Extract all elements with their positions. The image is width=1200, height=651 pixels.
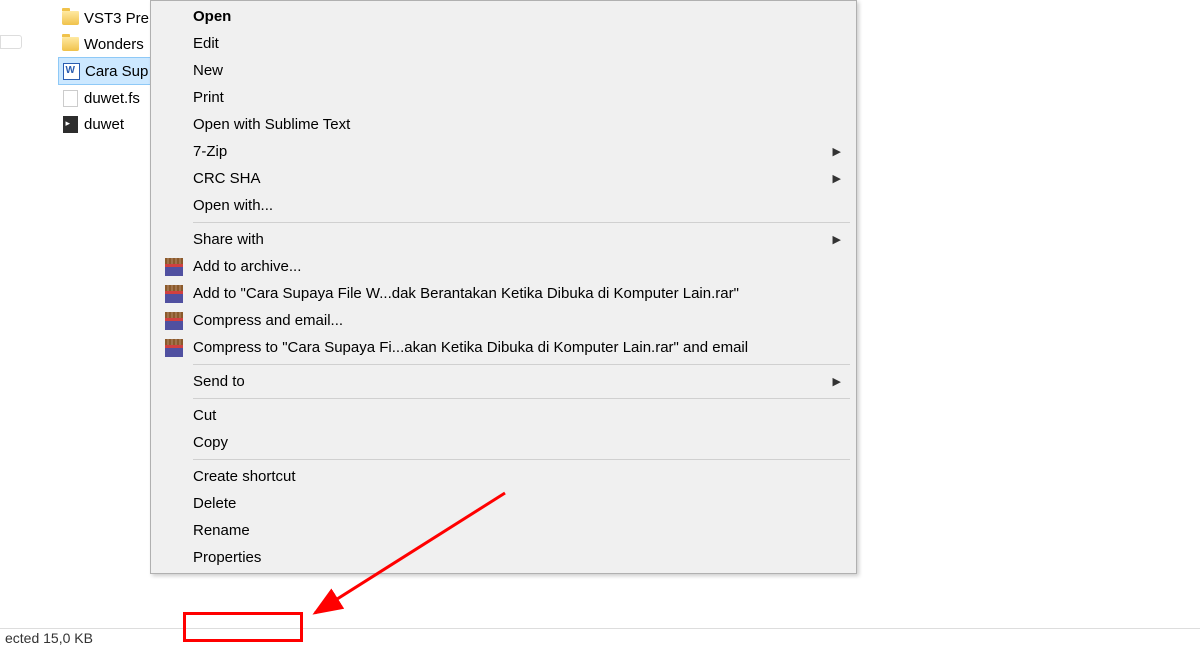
file-label: Wonders (84, 36, 144, 53)
menu-label: Open with Sublime Text (193, 116, 350, 133)
dark-file-icon (61, 115, 79, 133)
winrar-icon (165, 312, 183, 330)
menu-compress-email[interactable]: Compress and email... (151, 307, 856, 334)
menu-compress-to-email[interactable]: Compress to "Cara Supaya Fi...akan Ketik… (151, 334, 856, 361)
menu-open-sublime[interactable]: Open with Sublime Text (151, 111, 856, 138)
menu-label: Open with... (193, 197, 273, 214)
menu-label: Edit (193, 35, 219, 52)
menu-separator (193, 398, 850, 399)
menu-label: Print (193, 89, 224, 106)
menu-label: Copy (193, 434, 228, 451)
file-label: VST3 Pre (84, 10, 149, 27)
menu-label: Rename (193, 522, 250, 539)
file-label: duwet.fs (84, 90, 140, 107)
menu-openwith[interactable]: Open with... (151, 192, 856, 219)
menu-separator (193, 364, 850, 365)
status-text: ected 15,0 KB (5, 630, 93, 646)
menu-sendto[interactable]: Send to ▶ (151, 368, 856, 395)
menu-sharewith[interactable]: Share with ▶ (151, 226, 856, 253)
menu-label: Compress and email... (193, 312, 343, 329)
chevron-right-icon: ▶ (833, 233, 841, 246)
menu-create-shortcut[interactable]: Create shortcut (151, 463, 856, 490)
menu-edit[interactable]: Edit (151, 30, 856, 57)
menu-delete[interactable]: Delete (151, 490, 856, 517)
nav-panel-edge (0, 35, 22, 49)
winrar-icon (165, 285, 183, 303)
menu-add-to-rar[interactable]: Add to "Cara Supaya File W...dak Beranta… (151, 280, 856, 307)
chevron-right-icon: ▶ (833, 375, 841, 388)
menu-7zip[interactable]: 7-Zip ▶ (151, 138, 856, 165)
folder-icon (61, 9, 79, 27)
menu-print[interactable]: Print (151, 84, 856, 111)
blank-file-icon (61, 89, 79, 107)
menu-label: Add to "Cara Supaya File W...dak Beranta… (193, 285, 739, 302)
menu-label: Cut (193, 407, 216, 424)
menu-open[interactable]: Open (151, 3, 856, 30)
word-document-icon (62, 62, 80, 80)
menu-add-archive[interactable]: Add to archive... (151, 253, 856, 280)
menu-label: Add to archive... (193, 258, 301, 275)
file-label: Cara Sup (85, 63, 148, 80)
menu-rename[interactable]: Rename (151, 517, 856, 544)
menu-crcsha[interactable]: CRC SHA ▶ (151, 165, 856, 192)
menu-label: Send to (193, 373, 245, 390)
context-menu: Open Edit New Print Open with Sublime Te… (150, 0, 857, 574)
menu-separator (193, 459, 850, 460)
menu-label: Create shortcut (193, 468, 296, 485)
menu-label: CRC SHA (193, 170, 261, 187)
winrar-icon (165, 339, 183, 357)
folder-icon (61, 35, 79, 53)
menu-label: Share with (193, 231, 264, 248)
menu-label: Properties (193, 549, 261, 566)
winrar-icon (165, 258, 183, 276)
status-bar: ected 15,0 KB (0, 628, 1200, 647)
menu-separator (193, 222, 850, 223)
chevron-right-icon: ▶ (833, 145, 841, 158)
menu-label: New (193, 62, 223, 79)
menu-label: Compress to "Cara Supaya Fi...akan Ketik… (193, 339, 748, 356)
menu-new[interactable]: New (151, 57, 856, 84)
menu-cut[interactable]: Cut (151, 402, 856, 429)
chevron-right-icon: ▶ (833, 172, 841, 185)
menu-label: 7-Zip (193, 143, 227, 160)
menu-copy[interactable]: Copy (151, 429, 856, 456)
menu-properties[interactable]: Properties (151, 544, 856, 571)
menu-label: Delete (193, 495, 236, 512)
file-label: duwet (84, 116, 124, 133)
menu-label: Open (193, 8, 231, 25)
